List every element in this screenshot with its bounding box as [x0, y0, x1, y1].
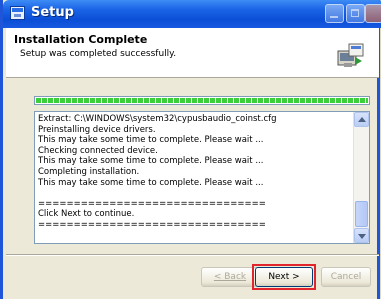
cancel-button[interactable]: Cancel	[321, 267, 371, 287]
back-button[interactable]: < Back	[201, 267, 259, 287]
next-button[interactable]: Next >	[255, 267, 313, 287]
log-line: This may take some time to complete. Ple…	[38, 135, 264, 146]
maximize-button[interactable]	[346, 4, 365, 23]
scroll-up-arrow-icon[interactable]	[354, 112, 369, 127]
minimize-button[interactable]	[325, 4, 344, 23]
install-log[interactable]: Extract: C:\WINDOWS\system32\cypusbaudio…	[34, 111, 370, 244]
scroll-thumb[interactable]	[355, 201, 368, 227]
log-line: ================================	[38, 198, 266, 209]
close-button[interactable]	[365, 4, 381, 23]
log-line: Extract: C:\WINDOWS\system32\cypusbaudio…	[38, 114, 277, 124]
log-line: Preinstalling device drivers.	[38, 124, 156, 135]
cancel-button-label: Cancel	[330, 272, 362, 282]
log-line: Click Next to continue.	[38, 209, 135, 220]
header-panel: Installation Complete Setup was complete…	[6, 28, 379, 78]
install-progress-bar	[34, 96, 370, 105]
setup-icon	[10, 6, 25, 20]
next-button-label: Next >	[268, 272, 300, 282]
page-subtitle: Setup was completed successfully.	[20, 49, 177, 59]
log-line: Completing installation.	[38, 166, 140, 177]
progress-fill	[36, 98, 368, 103]
vertical-scrollbar[interactable]	[353, 112, 369, 243]
footer-divider	[6, 254, 379, 256]
back-button-label: < Back	[213, 272, 247, 282]
page-title: Installation Complete	[14, 33, 148, 46]
scroll-down-arrow-icon[interactable]	[354, 228, 369, 243]
log-line: This may take some time to complete. Ple…	[38, 156, 264, 167]
installer-icon	[337, 43, 364, 67]
log-line: Checking connected device.	[38, 145, 158, 156]
setup-window: Setup Installation Complete Setup was co…	[0, 0, 381, 299]
window-title: Setup	[31, 5, 74, 20]
log-line: This may take some time to complete. Ple…	[38, 177, 264, 188]
log-text: Extract: C:\WINDOWS\system32\cypusbaudio…	[38, 114, 350, 231]
log-line: ================================	[38, 219, 266, 230]
title-bar[interactable]: Setup	[3, 0, 381, 28]
